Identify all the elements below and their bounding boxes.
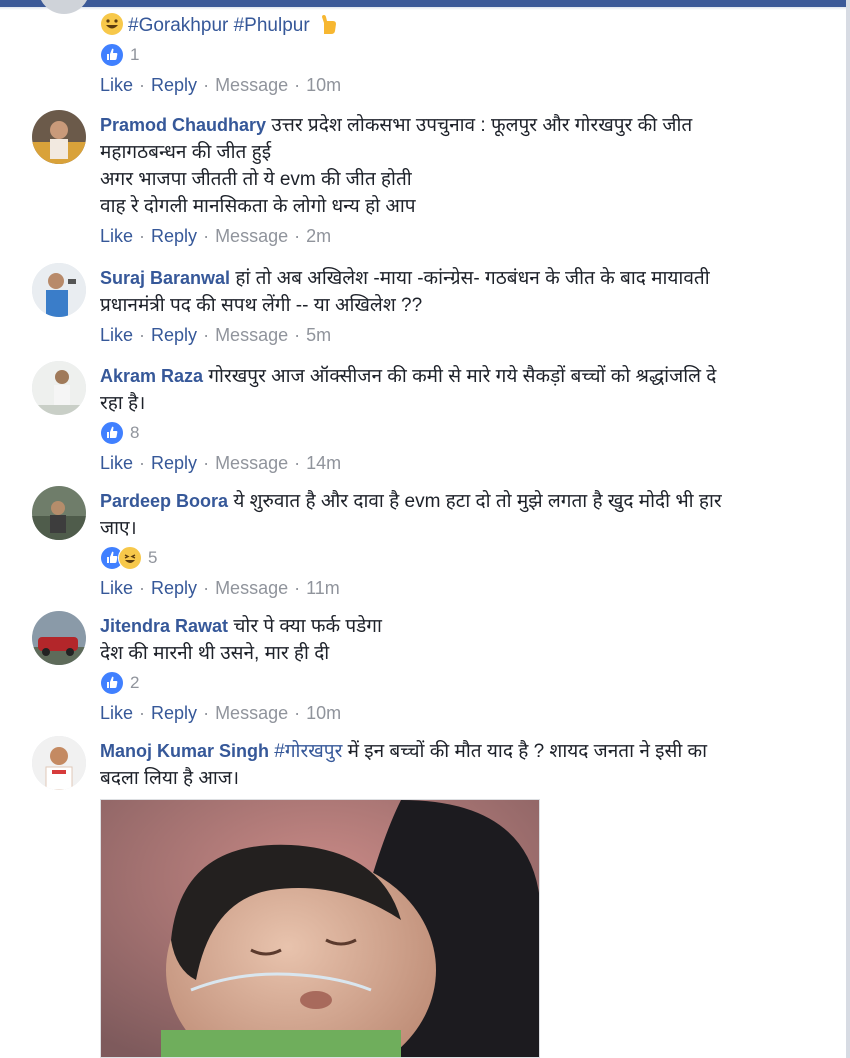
comment-actions: Like · Reply · Message · 5m: [100, 325, 332, 345]
avatar[interactable]: [32, 263, 86, 317]
like-link[interactable]: Like: [100, 325, 133, 345]
message-link[interactable]: Message: [215, 226, 288, 246]
like-link[interactable]: Like: [100, 703, 133, 723]
reply-link[interactable]: Reply: [151, 226, 197, 246]
like-reaction-icon: [100, 421, 124, 445]
hashtag-link[interactable]: #Gorakhpur #Phulpur: [128, 15, 310, 36]
grinning-emoji-icon: [100, 12, 124, 36]
like-reaction-icon: [100, 43, 124, 67]
comment-text-line: जाए।: [100, 518, 137, 539]
avatar[interactable]: [32, 736, 86, 790]
reactions[interactable]: 2: [100, 669, 810, 697]
comment-text-line: देश की मारनी थी उसने, मार ही दी: [100, 643, 330, 664]
comment-text: Pramod Chaudhary उत्तर प्रदेश लोकसभा उपच…: [100, 115, 693, 136]
like-link[interactable]: Like: [100, 226, 133, 246]
haha-reaction-icon: [118, 546, 142, 570]
reactions[interactable]: 1: [100, 41, 810, 69]
comment-text: Akram Raza गोरखपुर आज ऑक्सीजन की कमी से …: [100, 366, 717, 387]
timestamp[interactable]: 10m: [306, 75, 341, 95]
comment-actions: Like · Reply · Message · 2m: [100, 226, 332, 246]
top-bar: [0, 0, 850, 7]
comment-text: Pardeep Boora ये शुरुवात है और दावा है e…: [100, 491, 722, 512]
comment-actions: Like · Reply · Message · 14m: [100, 453, 342, 473]
avatar[interactable]: [32, 486, 86, 540]
message-link[interactable]: Message: [215, 325, 288, 345]
like-link[interactable]: Like: [100, 578, 133, 598]
comment-actions: Like · Reply · Message · 10m: [100, 75, 342, 95]
reply-link[interactable]: Reply: [151, 325, 197, 345]
hashtag-link[interactable]: #गोरखपुर: [274, 741, 342, 762]
author-name[interactable]: Manoj Kumar Singh: [100, 741, 269, 761]
reply-link[interactable]: Reply: [151, 453, 197, 473]
reaction-count: 5: [148, 548, 158, 567]
comment-text-line: वाह रे दोगली मानसिकता के लोगो धन्य हो आप: [100, 196, 416, 217]
avatar[interactable]: [32, 611, 86, 665]
message-link[interactable]: Message: [215, 75, 288, 95]
pointing-hand-emoji-icon: [315, 12, 339, 36]
reaction-count: 8: [130, 423, 140, 442]
message-link[interactable]: Message: [215, 578, 288, 598]
comment-actions: Like · Reply · Message · 11m: [100, 578, 340, 598]
comment-text-line: महागठबन्धन की जीत हुई: [100, 142, 272, 163]
like-link[interactable]: Like: [100, 75, 133, 95]
comment-text-line: अगर भाजपा जीतती तो ये evm की जीत होती: [100, 169, 412, 190]
author-name[interactable]: Pramod Chaudhary: [100, 115, 266, 135]
timestamp[interactable]: 14m: [306, 453, 341, 473]
message-link[interactable]: Message: [215, 453, 288, 473]
comment-text: Manoj Kumar Singh #गोरखपुर में इन बच्चों…: [100, 741, 708, 762]
scrollbar-edge[interactable]: [846, 0, 850, 1058]
author-name[interactable]: Suraj Baranwal: [100, 268, 230, 288]
comment-text: #Gorakhpur #Phulpur: [100, 12, 810, 39]
timestamp[interactable]: 2m: [306, 226, 331, 246]
author-name[interactable]: Pardeep Boora: [100, 491, 228, 511]
reply-link[interactable]: Reply: [151, 578, 197, 598]
avatar[interactable]: [32, 110, 86, 164]
timestamp[interactable]: 5m: [306, 325, 331, 345]
like-reaction-icon: [100, 671, 124, 695]
comment-photo[interactable]: [100, 799, 540, 1058]
reactions[interactable]: 8: [100, 419, 810, 447]
comment-actions: Like · Reply · Message · 10m: [100, 703, 342, 723]
comment-text: Suraj Baranwal हां तो अब अखिलेश -माया -क…: [100, 268, 710, 289]
like-link[interactable]: Like: [100, 453, 133, 473]
author-name[interactable]: Akram Raza: [100, 366, 203, 386]
reaction-count: 1: [130, 45, 140, 64]
timestamp[interactable]: 11m: [306, 578, 340, 598]
avatar[interactable]: [32, 361, 86, 415]
top-bar-shadow: [0, 7, 850, 10]
timestamp[interactable]: 10m: [306, 703, 341, 723]
reply-link[interactable]: Reply: [151, 703, 197, 723]
comment-text-line: प्रधानमंत्री पद की सपथ लेंगी -- या अखिले…: [100, 295, 423, 316]
reply-link[interactable]: Reply: [151, 75, 197, 95]
author-name[interactable]: Jitendra Rawat: [100, 616, 228, 636]
baby-photo-image: [101, 800, 539, 1057]
message-link[interactable]: Message: [215, 703, 288, 723]
reactions[interactable]: 5: [100, 544, 810, 572]
comment-text-line: रहा है।: [100, 393, 146, 414]
comment-text-line: बदला लिया है आज।: [100, 768, 240, 789]
reaction-count: 2: [130, 673, 140, 692]
comment-text: Jitendra Rawat चोर पे क्या फर्क पडेगा: [100, 616, 382, 637]
